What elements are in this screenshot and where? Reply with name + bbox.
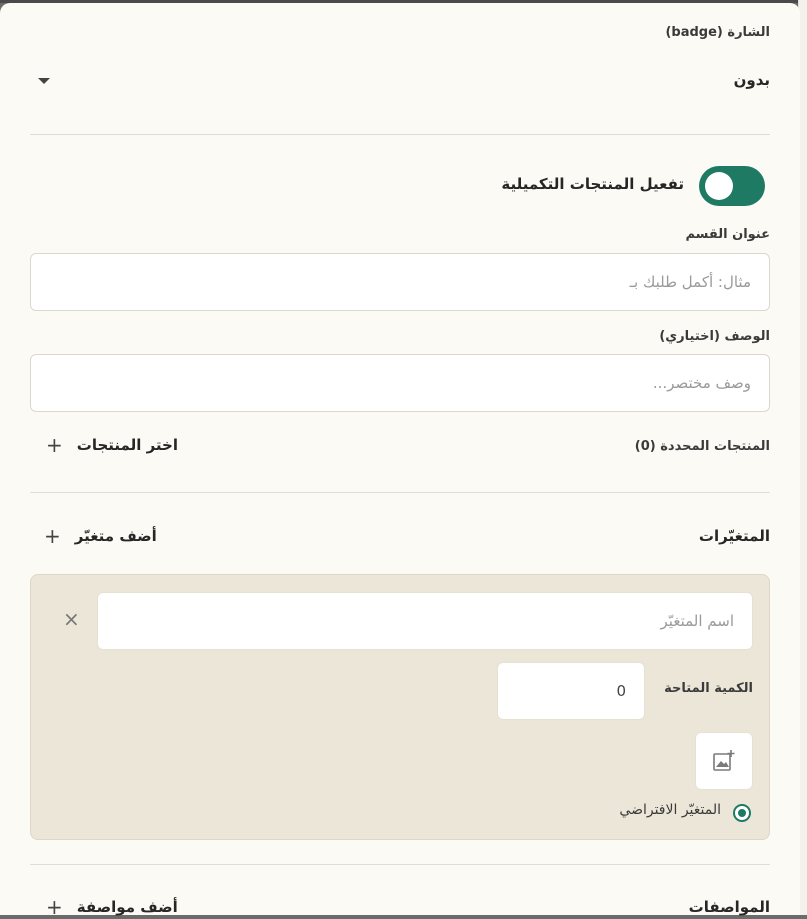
close-icon[interactable]: × [63,609,80,629]
add-spec-label: أضف مواصفة [76,898,178,916]
variant-name-placeholder: اسم المتغيّر [660,612,734,630]
caret-down-icon[interactable] [38,78,50,84]
default-variant-radio[interactable] [733,804,751,822]
badge-label: الشارة (badge) [665,25,770,40]
badge-select-value: بدون [733,71,770,89]
specs-heading: المواصفات [688,898,770,916]
section-title-label: عنوان القسم [685,227,770,242]
toggle-knob [705,172,733,200]
description-placeholder: وصف مختصر... [652,374,751,392]
add-variant-button[interactable]: أضف متغيّر + [44,526,157,546]
selected-products-label: المنتجات المحددة (0) [634,439,770,454]
section-title-input[interactable]: مثال: أكمل طلبك بـ [30,253,770,311]
quantity-value: 0 [616,682,626,700]
divider [30,492,770,493]
divider [30,134,770,135]
complementary-products-label: تفعيل المنتجات التكميلية [501,175,684,193]
add-spec-button[interactable]: أضف مواصفة + [46,897,178,917]
complementary-products-toggle[interactable] [699,166,765,206]
variant-name-input[interactable]: اسم المتغيّر [97,592,753,650]
quantity-label: الكمية المتاحة [664,681,753,696]
variants-heading: المتغيّرات [698,527,770,545]
quantity-input[interactable]: 0 [497,662,645,720]
plus-icon: + [44,524,61,548]
description-label: الوصف (اختياري) [659,329,770,344]
choose-products-button[interactable]: اختر المنتجات + [46,435,178,455]
plus-icon: + [46,895,63,919]
add-variant-label: أضف متغيّر [74,527,157,545]
badge-select[interactable]: بدون [30,63,770,101]
add-image-button[interactable] [695,732,753,790]
choose-products-label: اختر المنتجات [76,436,178,454]
add-image-icon [713,750,735,771]
description-input[interactable]: وصف مختصر... [30,354,770,412]
section-title-placeholder: مثال: أكمل طلبك بـ [629,273,751,291]
divider [30,864,770,865]
variant-card: اسم المتغيّر × الكمية المتاحة 0 المتغيّر… [30,574,770,840]
default-variant-label: المتغيّر الافتراضي [619,802,721,818]
product-form-panel: الشارة (badge) بدون تفعيل المنتجات التكم… [0,3,800,917]
plus-icon: + [46,433,63,457]
